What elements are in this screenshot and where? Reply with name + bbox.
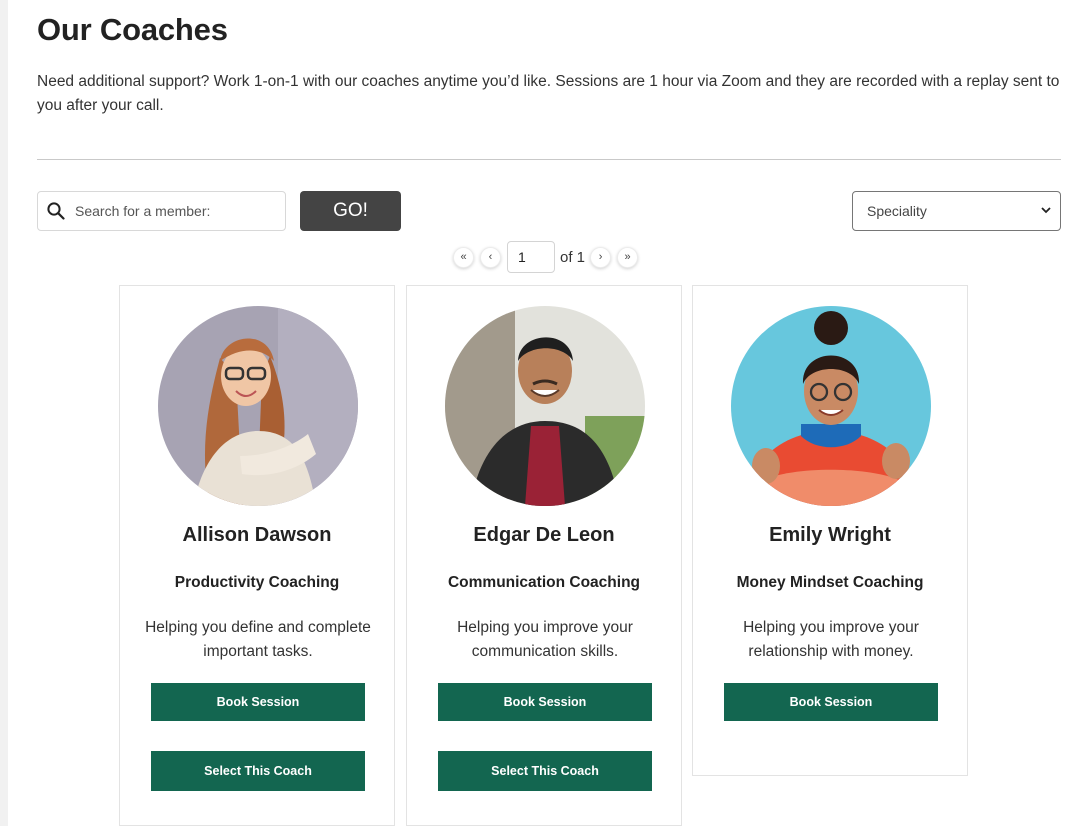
book-session-button[interactable]: Book Session bbox=[724, 683, 938, 721]
book-session-button[interactable]: Book Session bbox=[438, 683, 652, 721]
coach-card-emily: Emily Wright Money Mindset Coaching Help… bbox=[692, 285, 968, 776]
coach-specialty: Communication Coaching bbox=[447, 574, 641, 591]
prev-page-button[interactable]: ‹ bbox=[480, 246, 501, 268]
coach-card-allison: Allison Dawson Productivity Coaching Hel… bbox=[119, 285, 395, 826]
chevron-down-icon bbox=[1040, 203, 1052, 219]
coach-description: Helping you improve your communication s… bbox=[457, 619, 633, 660]
coach-card-edgar: Edgar De Leon Communication Coaching Hel… bbox=[406, 285, 682, 826]
first-page-button[interactable]: « bbox=[453, 246, 474, 268]
page-number-input[interactable]: 1 bbox=[507, 241, 555, 273]
page-count-label: of 1 bbox=[560, 248, 586, 266]
coach-name: Emily Wright bbox=[769, 524, 891, 546]
coach-name: Allison Dawson bbox=[182, 524, 332, 546]
page-intro: Need additional support? Work 1-on-1 wit… bbox=[37, 73, 1060, 114]
select-coach-button[interactable]: Select This Coach bbox=[151, 751, 365, 791]
go-button[interactable]: GO! bbox=[300, 191, 401, 231]
left-edge-strip bbox=[0, 0, 8, 826]
search-icon bbox=[46, 201, 66, 221]
coach-description: Helping you improve your relationship wi… bbox=[743, 619, 919, 660]
coach-photo-emily bbox=[731, 306, 931, 506]
select-coach-button[interactable]: Select This Coach bbox=[438, 751, 652, 791]
coach-photo-allison bbox=[158, 306, 358, 506]
speciality-select-value: Speciality bbox=[867, 203, 927, 219]
coach-specialty: Productivity Coaching bbox=[174, 574, 340, 591]
pagination: « ‹ 1 of 1 › » bbox=[453, 241, 644, 273]
coach-description: Helping you define and complete importan… bbox=[145, 619, 371, 660]
divider bbox=[37, 159, 1061, 160]
last-page-button[interactable]: » bbox=[617, 246, 639, 268]
speciality-select[interactable]: Speciality bbox=[852, 191, 1061, 231]
coach-specialty: Money Mindset Coaching bbox=[736, 574, 924, 591]
coach-photo-edgar bbox=[445, 306, 645, 506]
next-page-button[interactable]: › bbox=[590, 246, 612, 268]
coach-name: Edgar De Leon bbox=[473, 524, 615, 546]
member-search-input[interactable] bbox=[75, 203, 275, 219]
member-search-box[interactable] bbox=[37, 191, 286, 231]
page-title: Our Coaches bbox=[37, 12, 228, 47]
book-session-button[interactable]: Book Session bbox=[151, 683, 365, 721]
